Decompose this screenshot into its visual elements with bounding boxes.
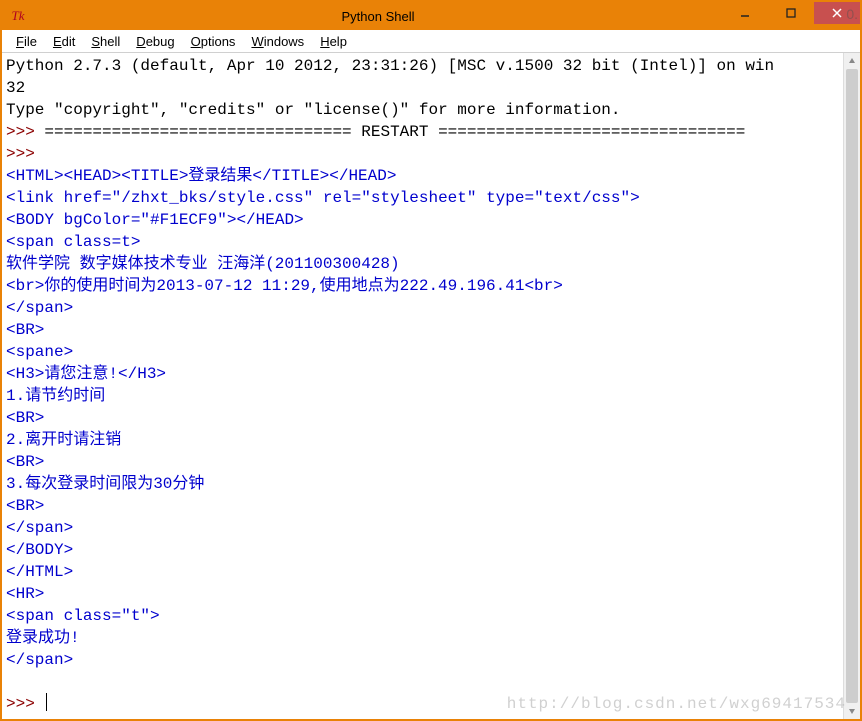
shell-line-html: <BR> — [6, 453, 44, 471]
menu-rest: elp — [330, 34, 347, 49]
shell-line-stdout: Python 2.7.3 (default, Apr 10 2012, 23:3… — [6, 57, 774, 75]
menu-file[interactable]: File — [8, 32, 45, 51]
shell-line-stdout: Type "copyright", "credits" or "license(… — [6, 101, 621, 119]
menubar: FileEditShellDebugOptionsWindowsHelp — [2, 30, 860, 53]
shell-line-html: <span class=t> — [6, 233, 140, 251]
shell-line-html: 软件学院 数字媒体技术专业 汪海洋(201100300428) — [6, 255, 400, 273]
menu-options[interactable]: Options — [183, 32, 244, 51]
shell-line-html: </BODY> — [6, 541, 73, 559]
minimize-button[interactable] — [722, 2, 768, 24]
window-controls — [722, 2, 860, 30]
shell-line-html: 3.每次登录时间限为30分钟 — [6, 475, 204, 493]
shell-line-html: <HR> — [6, 585, 44, 603]
shell-line-html: </span> — [6, 519, 73, 537]
menu-debug[interactable]: Debug — [128, 32, 182, 51]
shell-line-html: <spane> — [6, 343, 73, 361]
close-button[interactable] — [814, 2, 860, 24]
maximize-icon — [786, 8, 796, 18]
scrollbar-track[interactable] — [844, 69, 860, 703]
menu-rest: ptions — [201, 34, 236, 49]
shell-line-html: <link href="/zhxt_bks/style.css" rel="st… — [6, 189, 640, 207]
content-area: Python 2.7.3 (default, Apr 10 2012, 23:3… — [2, 53, 860, 719]
shell-line-html: <BR> — [6, 497, 44, 515]
shell-line-html: <span class="t"> — [6, 607, 160, 625]
close-icon — [832, 8, 842, 18]
text-cursor — [46, 693, 47, 711]
minimize-icon — [740, 8, 750, 18]
menu-rest: dit — [62, 34, 76, 49]
menu-rest: ebug — [146, 34, 175, 49]
menu-help[interactable]: Help — [312, 32, 355, 51]
menu-accel: E — [53, 34, 62, 49]
titlebar[interactable]: Tk Python Shell — [2, 2, 860, 30]
menu-windows[interactable]: Windows — [243, 32, 312, 51]
shell-line-stdout: ================================ RESTART… — [44, 123, 745, 141]
menu-edit[interactable]: Edit — [45, 32, 83, 51]
menu-accel: O — [191, 34, 201, 49]
shell-line-html: </span> — [6, 299, 73, 317]
menu-rest: hell — [100, 34, 120, 49]
shell-line-html: 2.离开时请注销 — [6, 431, 121, 449]
scroll-down-arrow-icon[interactable] — [844, 703, 860, 719]
menu-accel: S — [91, 34, 100, 49]
shell-line-prompt: >>> — [6, 695, 44, 713]
shell-line-prompt: >>> — [6, 123, 44, 141]
shell-line-html: </span> — [6, 651, 73, 669]
scrollbar-thumb[interactable] — [846, 69, 858, 703]
shell-line-html: <HTML><HEAD><TITLE>登录结果</TITLE></HEAD> — [6, 167, 396, 185]
maximize-button[interactable] — [768, 2, 814, 24]
shell-line-stdout: 32 — [6, 79, 25, 97]
shell-line-html: <BR> — [6, 409, 44, 427]
menu-accel: D — [136, 34, 145, 49]
shell-line-html: <H3>请您注意!</H3> — [6, 365, 166, 383]
menu-rest: ile — [24, 34, 37, 49]
menu-accel: H — [320, 34, 329, 49]
shell-line-html: 1.请节约时间 — [6, 387, 105, 405]
shell-line-html: <BR> — [6, 321, 44, 339]
shell-line-html: </HTML> — [6, 563, 73, 581]
menu-shell[interactable]: Shell — [83, 32, 128, 51]
vertical-scrollbar[interactable] — [843, 53, 860, 719]
window-title: Python Shell — [34, 9, 722, 24]
tk-logo-icon: Tk — [8, 6, 28, 26]
shell-line-html: 登录成功! — [6, 629, 80, 647]
shell-line-prompt: >>> — [6, 145, 44, 163]
python-shell-window: Tk Python Shell FileEditShellDebugOption… — [0, 0, 862, 721]
menu-accel: W — [251, 34, 263, 49]
menu-rest: indows — [264, 34, 304, 49]
menu-accel: F — [16, 34, 24, 49]
shell-output[interactable]: Python 2.7.3 (default, Apr 10 2012, 23:3… — [2, 53, 843, 719]
shell-line-html: <br>你的使用时间为2013-07-12 11:29,使用地点为222.49.… — [6, 277, 563, 295]
scroll-up-arrow-icon[interactable] — [844, 53, 860, 69]
shell-line-html: <BODY bgColor="#F1ECF9"></HEAD> — [6, 211, 304, 229]
